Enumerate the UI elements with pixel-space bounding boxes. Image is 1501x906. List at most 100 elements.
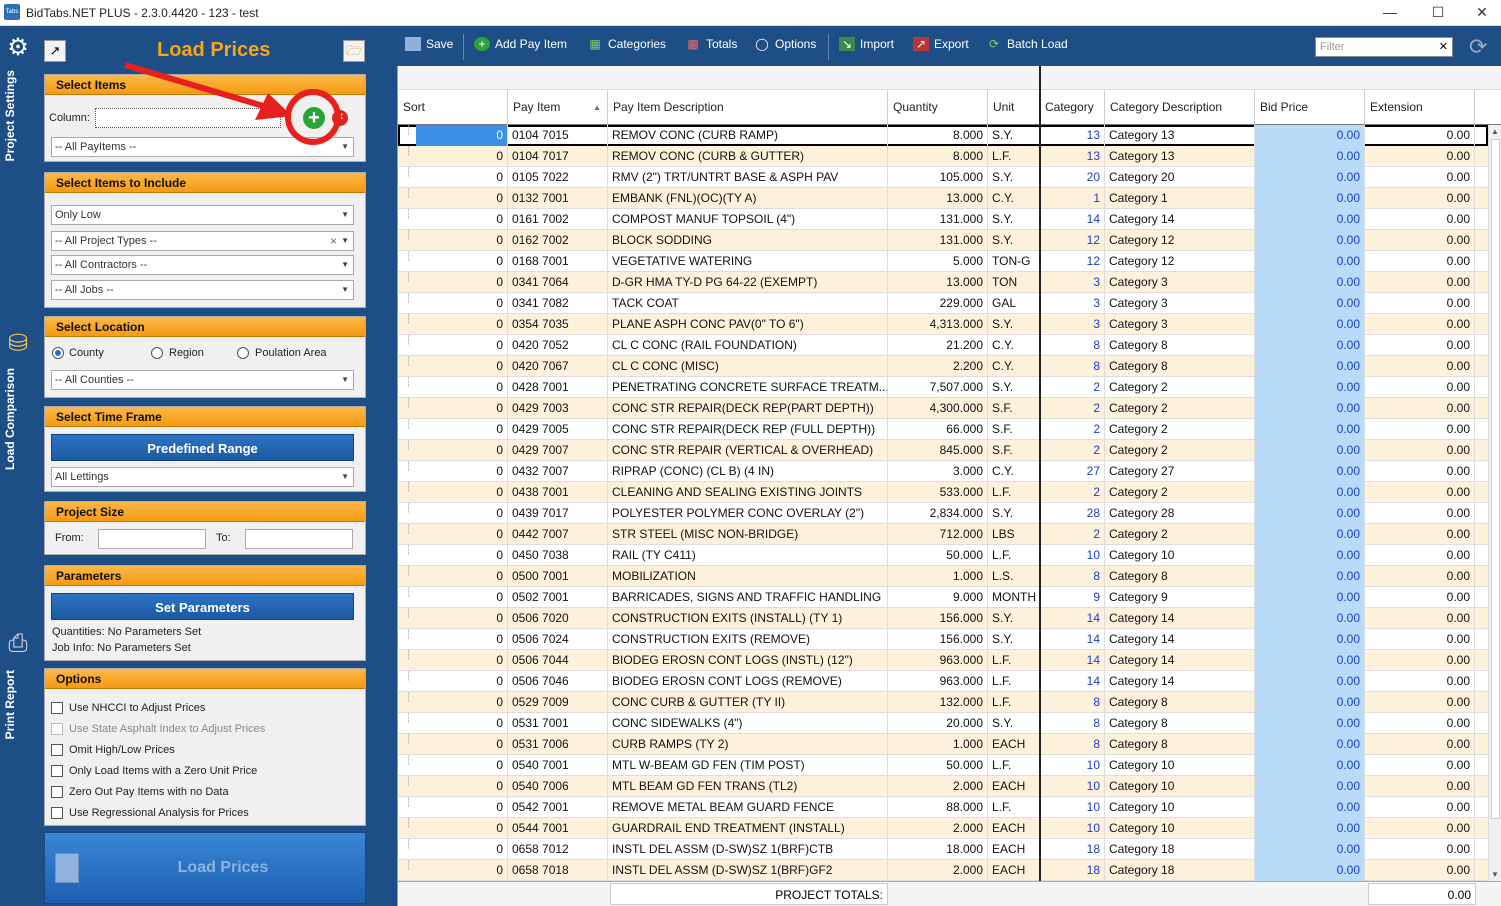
size-to-input[interactable] — [245, 529, 353, 549]
predefined-range-button[interactable]: Predefined Range — [51, 434, 354, 461]
cell-bid-price[interactable]: 0.00 — [1255, 860, 1365, 881]
maximize-button[interactable]: ☐ — [1418, 2, 1458, 22]
table-row[interactable]: ┆ 0 0506 7020 CONSTRUCTION EXITS (INSTALL) … — [398, 608, 1488, 629]
cell-bid-price[interactable]: 0.00 — [1255, 125, 1365, 146]
table-row[interactable]: ┆ 0 0439 7017 POLYESTER POLYMER CONC OVERLA… — [398, 503, 1488, 524]
payitems-select[interactable]: -- All PayItems -- ▼ — [51, 137, 354, 157]
cell-bid-price[interactable]: 0.00 — [1255, 419, 1365, 440]
cell-bid-price[interactable]: 0.00 — [1255, 608, 1365, 629]
table-row[interactable]: ┆ 0 0529 7009 CONC CURB & GUTTER (TY II) 132… — [398, 692, 1488, 713]
nhcci-checkbox[interactable] — [51, 702, 63, 714]
cell-bid-price[interactable]: 0.00 — [1255, 230, 1365, 251]
counties-select[interactable]: -- All Counties -- ▼ — [51, 370, 354, 390]
table-row[interactable]: ┆ 0 0506 7044 BIODEG EROSN CONT LOGS (INSTL… — [398, 650, 1488, 671]
lettings-select[interactable]: All Lettings ▼ — [51, 467, 354, 487]
table-row[interactable]: ┆ 0 0506 7046 BIODEG EROSN CONT LOGS (REMOV… — [398, 671, 1488, 692]
size-from-input[interactable] — [98, 529, 206, 549]
sync-icon[interactable]: ⟳ — [1469, 34, 1487, 60]
col-category-description[interactable]: Category Description — [1105, 90, 1255, 125]
table-row[interactable]: ┆ 0 0438 7001 CLEANING AND SEALING EXISTING… — [398, 482, 1488, 503]
col-sort[interactable]: Sort — [398, 90, 508, 125]
cell-bid-price[interactable]: 0.00 — [1255, 335, 1365, 356]
table-row[interactable]: ┆ 0 0531 7006 CURB RAMPS (TY 2) 1.000 EACH 8 Ca… — [398, 734, 1488, 755]
cell-bid-price[interactable]: 0.00 — [1255, 839, 1365, 860]
cell-bid-price[interactable]: 0.00 — [1255, 503, 1365, 524]
table-row[interactable]: ┆ 0 0420 7067 CL C CONC (MISC) 2.200 C.Y. 8 Cat… — [398, 356, 1488, 377]
cell-bid-price[interactable]: 0.00 — [1255, 482, 1365, 503]
regression-checkbox[interactable] — [51, 807, 63, 819]
options-button[interactable]: ◯ Options — [754, 37, 816, 51]
scroll-down-icon[interactable]: ▼ — [1491, 870, 1499, 879]
cell-bid-price[interactable]: 0.00 — [1255, 356, 1365, 377]
column-input[interactable] — [95, 108, 281, 128]
region-radio[interactable] — [151, 347, 163, 359]
cell-bid-price[interactable]: 0.00 — [1255, 650, 1365, 671]
col-quantity[interactable]: Quantity — [888, 90, 988, 125]
table-row[interactable]: ┆ 0 0432 7007 RIPRAP (CONC) (CL B) (4 IN) 3.… — [398, 461, 1488, 482]
clear-filter-icon[interactable]: ✕ — [1439, 38, 1448, 56]
cell-bid-price[interactable]: 0.00 — [1255, 293, 1365, 314]
project-types-select[interactable]: -- All Project Types -- × ▼ — [51, 231, 354, 251]
add-column-icon[interactable]: + — [303, 107, 325, 129]
cell-bid-price[interactable]: 0.00 — [1255, 398, 1365, 419]
table-row[interactable]: ┆ 0 0428 7001 PENETRATING CONCRETE SURFACE … — [398, 377, 1488, 398]
jobs-select[interactable]: -- All Jobs -- ▼ — [51, 280, 354, 300]
col-unit[interactable]: Unit — [988, 90, 1040, 125]
zero-unit-price-checkbox[interactable] — [51, 765, 63, 777]
scroll-thumb[interactable] — [1491, 139, 1500, 819]
cell-bid-price[interactable]: 0.00 — [1255, 314, 1365, 335]
contractors-select[interactable]: -- All Contractors -- ▼ — [51, 255, 354, 275]
col-pay-item[interactable]: Pay Item ▲ — [508, 90, 608, 125]
table-row[interactable]: ┆ 0 0658 7012 INSTL DEL ASSM (D-SW)SZ 1(BRF… — [398, 839, 1488, 860]
population-area-radio[interactable] — [237, 347, 249, 359]
cell-bid-price[interactable]: 0.00 — [1255, 461, 1365, 482]
table-row[interactable]: ┆ 0 0168 7001 VEGETATIVE WATERING 5.000 TON-G… — [398, 251, 1488, 272]
tab-load-comparison[interactable]: ⛁ Load Comparison — [0, 326, 37, 626]
cell-bid-price[interactable]: 0.00 — [1255, 566, 1365, 587]
cell-bid-price[interactable]: 0.00 — [1255, 713, 1365, 734]
load-prices-button[interactable]: Load Prices — [44, 832, 366, 904]
cell-bid-price[interactable]: 0.00 — [1255, 167, 1365, 188]
categories-button[interactable]: ▦ Categories — [587, 37, 666, 51]
table-row[interactable]: ┆ 0 0450 7038 RAIL (TY C411) 50.000 L.F. 10 Cat… — [398, 545, 1488, 566]
county-radio[interactable] — [52, 347, 64, 359]
vertical-scrollbar[interactable]: ▲ ▼ — [1488, 125, 1501, 881]
scroll-up-icon[interactable]: ▲ — [1491, 127, 1499, 136]
open-folder-icon[interactable]: 🗁 — [343, 40, 365, 62]
set-parameters-button[interactable]: Set Parameters — [51, 593, 354, 620]
cell-bid-price[interactable]: 0.00 — [1255, 209, 1365, 230]
table-row[interactable]: ┆ 0 0341 7064 D-GR HMA TY-D PG 64-22 (EXEMP… — [398, 272, 1488, 293]
price-mode-select[interactable]: Only Low ▼ — [51, 205, 354, 225]
cell-bid-price[interactable]: 0.00 — [1255, 671, 1365, 692]
table-row[interactable]: ┆ 0 0540 7006 MTL BEAM GD FEN TRANS (TL2) 2.… — [398, 776, 1488, 797]
table-row[interactable]: ┆ 0 0429 7005 CONC STR REPAIR(DECK REP (FUL… — [398, 419, 1488, 440]
table-row[interactable]: ┆ 0 0420 7052 CL C CONC (RAIL FOUNDATION) 21… — [398, 335, 1488, 356]
cell-bid-price[interactable]: 0.00 — [1255, 146, 1365, 167]
table-row[interactable]: ┆ 0 0105 7022 RMV (2") TRT/UNTRT BASE & ASP… — [398, 167, 1488, 188]
table-row[interactable]: ┆ 0 0544 7001 GUARDRAIL END TREATMENT (INST… — [398, 818, 1488, 839]
table-row[interactable]: ┆ 0 0500 7001 MOBILIZATION 1.000 L.S. 8 Categor… — [398, 566, 1488, 587]
cell-bid-price[interactable]: 0.00 — [1255, 692, 1365, 713]
import-button[interactable]: ↘ Import — [839, 37, 894, 51]
table-row[interactable]: ┆ 0 0502 7001 BARRICADES, SIGNS AND TRAFFIC… — [398, 587, 1488, 608]
export-button[interactable]: ↗ Export — [913, 37, 969, 51]
cell-bid-price[interactable]: 0.00 — [1255, 587, 1365, 608]
table-row[interactable]: ┆ 0 0442 7007 STR STEEL (MISC NON-BRIDGE) 71… — [398, 524, 1488, 545]
table-row[interactable]: ┆ 0 0540 7001 MTL W-BEAM GD FEN (TIM POST) 5… — [398, 755, 1488, 776]
cell-bid-price[interactable]: 0.00 — [1255, 524, 1365, 545]
table-row[interactable]: ┆ 0 0104 7017 REMOV CONC (CURB & GUTTER) 8.0… — [398, 146, 1488, 167]
tab-print-report[interactable]: ⎙ Print Report — [0, 626, 37, 906]
table-row[interactable]: ┆ 0 0429 7007 CONC STR REPAIR (VERTICAL & O… — [398, 440, 1488, 461]
table-row[interactable]: ┆ 0 0341 7082 TACK COAT 229.000 GAL 3 Category … — [398, 293, 1488, 314]
cell-bid-price[interactable]: 0.00 — [1255, 272, 1365, 293]
cell-bid-price[interactable]: 0.00 — [1255, 818, 1365, 839]
filter-input[interactable]: Filter ✕ — [1315, 37, 1453, 57]
clear-icon[interactable]: × — [330, 232, 337, 250]
table-row[interactable]: ┆ 0 0162 7002 BLOCK SODDING 131.000 S.Y. 12 Cat… — [398, 230, 1488, 251]
zero-out-checkbox[interactable] — [51, 786, 63, 798]
save-button[interactable]: Save — [405, 37, 453, 51]
cell-bid-price[interactable]: 0.00 — [1255, 629, 1365, 650]
table-row[interactable]: ┆ 0 0104 7015 REMOV CONC (CURB RAMP) 8.000 S.… — [398, 125, 1488, 146]
table-row[interactable]: ┆ 0 0542 7001 REMOVE METAL BEAM GUARD FENCE… — [398, 797, 1488, 818]
col-bid-price[interactable]: Bid Price — [1255, 90, 1365, 125]
